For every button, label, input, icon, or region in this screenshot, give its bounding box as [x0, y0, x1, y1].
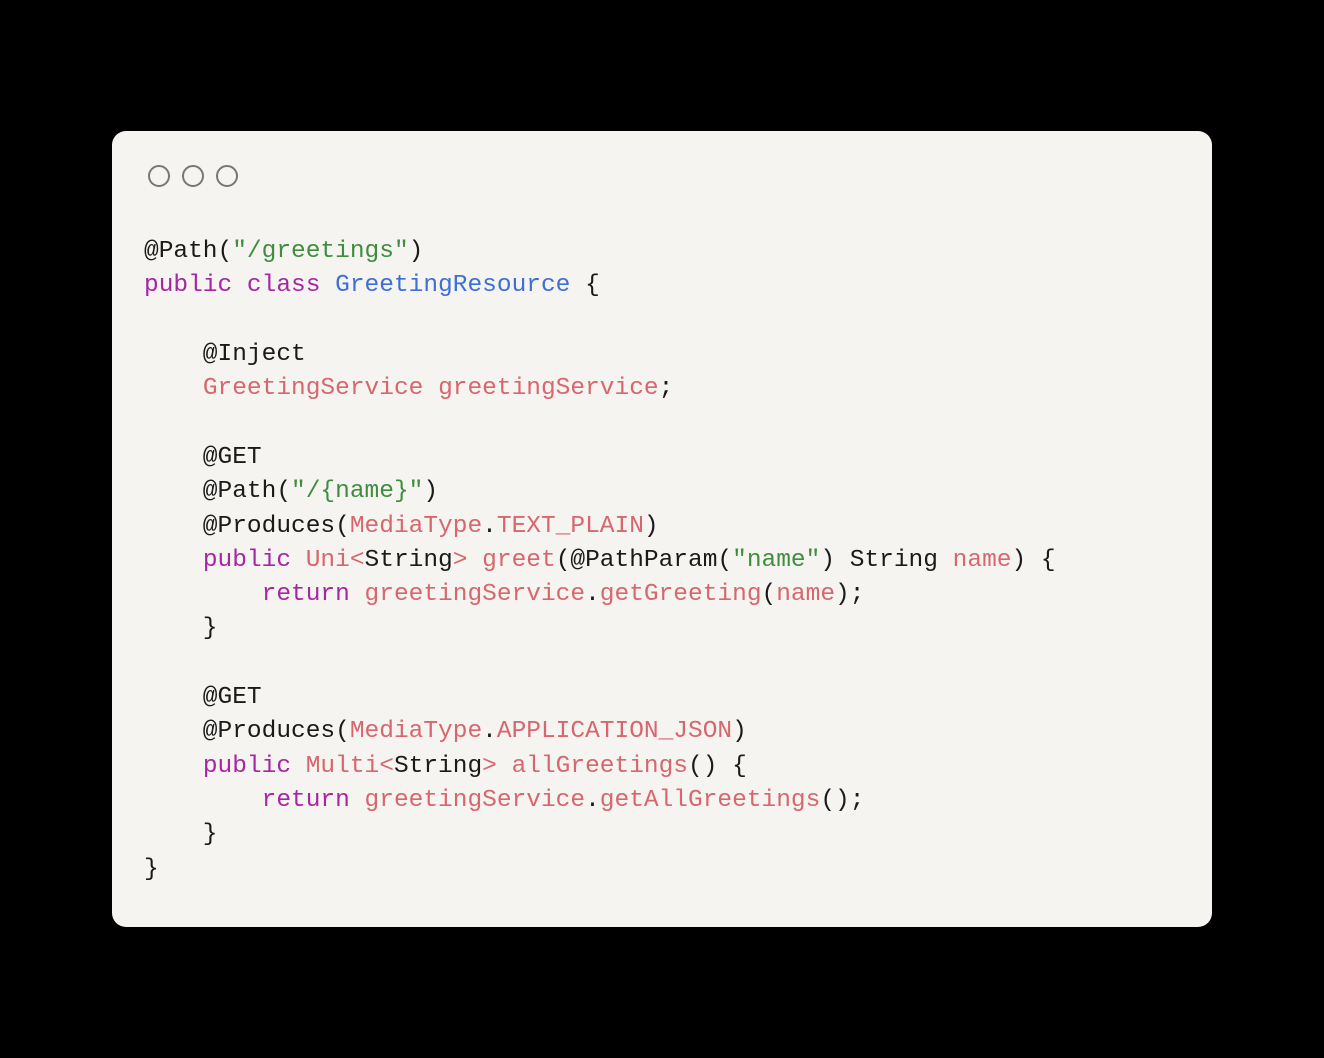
code-token: >	[482, 753, 497, 780]
close-icon[interactable]	[148, 165, 170, 187]
code-token: Uni	[306, 547, 350, 574]
code-token: public	[203, 547, 291, 574]
code-token: .	[585, 787, 600, 814]
code-token: (	[762, 581, 777, 608]
code-token	[291, 547, 306, 574]
code-token: (	[335, 718, 350, 745]
code-token: )	[644, 513, 659, 540]
code-block: @Path("/greetings") public class Greetin…	[144, 235, 1180, 887]
code-token: ) String	[820, 547, 952, 574]
code-token: ();	[820, 787, 864, 814]
minimize-icon[interactable]	[182, 165, 204, 187]
code-token: GreetingService	[203, 375, 424, 402]
code-token: "/{name}"	[291, 478, 423, 505]
code-token: ) {	[1011, 547, 1055, 574]
code-token: return	[262, 787, 350, 814]
code-token: greetingService	[438, 375, 659, 402]
code-token: getGreeting	[600, 581, 762, 608]
code-token	[350, 787, 365, 814]
code-token	[320, 272, 335, 299]
code-token: TEXT_PLAIN	[497, 513, 644, 540]
code-token: );	[835, 581, 864, 608]
code-token: @Produces	[144, 718, 335, 745]
code-token: {	[570, 272, 599, 299]
code-token: }	[144, 821, 218, 848]
code-token: class	[247, 272, 321, 299]
code-token	[291, 753, 306, 780]
code-token: @Produces	[144, 513, 335, 540]
code-token	[467, 547, 482, 574]
code-window: @Path("/greetings") public class Greetin…	[112, 131, 1212, 927]
code-token: .	[482, 513, 497, 540]
code-token: <	[379, 753, 394, 780]
code-token: (	[335, 513, 350, 540]
code-token: @Path	[144, 478, 276, 505]
code-token: }	[144, 856, 159, 883]
code-token: "name"	[732, 547, 820, 574]
code-token: )	[732, 718, 747, 745]
code-token: .	[482, 718, 497, 745]
code-token: )	[409, 238, 424, 265]
code-token: greetingService	[365, 581, 586, 608]
code-token: (	[218, 238, 233, 265]
code-token	[144, 753, 203, 780]
maximize-icon[interactable]	[216, 165, 238, 187]
code-token: ;	[659, 375, 674, 402]
code-token: @Path	[144, 238, 218, 265]
code-token	[350, 581, 365, 608]
code-token: () {	[688, 753, 747, 780]
code-token: GreetingResource	[335, 272, 570, 299]
code-token: @GET	[144, 444, 262, 471]
code-token: Multi	[306, 753, 380, 780]
code-token: >	[453, 547, 468, 574]
code-token: )	[423, 478, 438, 505]
code-token: }	[144, 615, 218, 642]
code-token: return	[262, 581, 350, 608]
code-token: name	[953, 547, 1012, 574]
code-token: String	[365, 547, 453, 574]
code-token: greet	[482, 547, 556, 574]
code-token: (@PathParam(	[556, 547, 732, 574]
code-token: @Inject	[144, 341, 306, 368]
code-token: <	[350, 547, 365, 574]
code-token: allGreetings	[512, 753, 688, 780]
code-token: greetingService	[365, 787, 586, 814]
code-token: .	[585, 581, 600, 608]
code-token	[423, 375, 438, 402]
code-token: (	[276, 478, 291, 505]
code-token: MediaType	[350, 718, 482, 745]
code-token	[144, 375, 203, 402]
code-token: APPLICATION_JSON	[497, 718, 732, 745]
code-token	[232, 272, 247, 299]
code-token: @GET	[144, 684, 262, 711]
code-token	[144, 581, 262, 608]
code-token: "/greetings"	[232, 238, 408, 265]
code-token: getAllGreetings	[600, 787, 821, 814]
window-controls	[148, 165, 1180, 187]
code-token: public	[203, 753, 291, 780]
code-token: String	[394, 753, 482, 780]
code-token: MediaType	[350, 513, 482, 540]
code-token: public	[144, 272, 232, 299]
code-token	[144, 547, 203, 574]
code-token	[497, 753, 512, 780]
code-token	[144, 787, 262, 814]
code-token: name	[776, 581, 835, 608]
